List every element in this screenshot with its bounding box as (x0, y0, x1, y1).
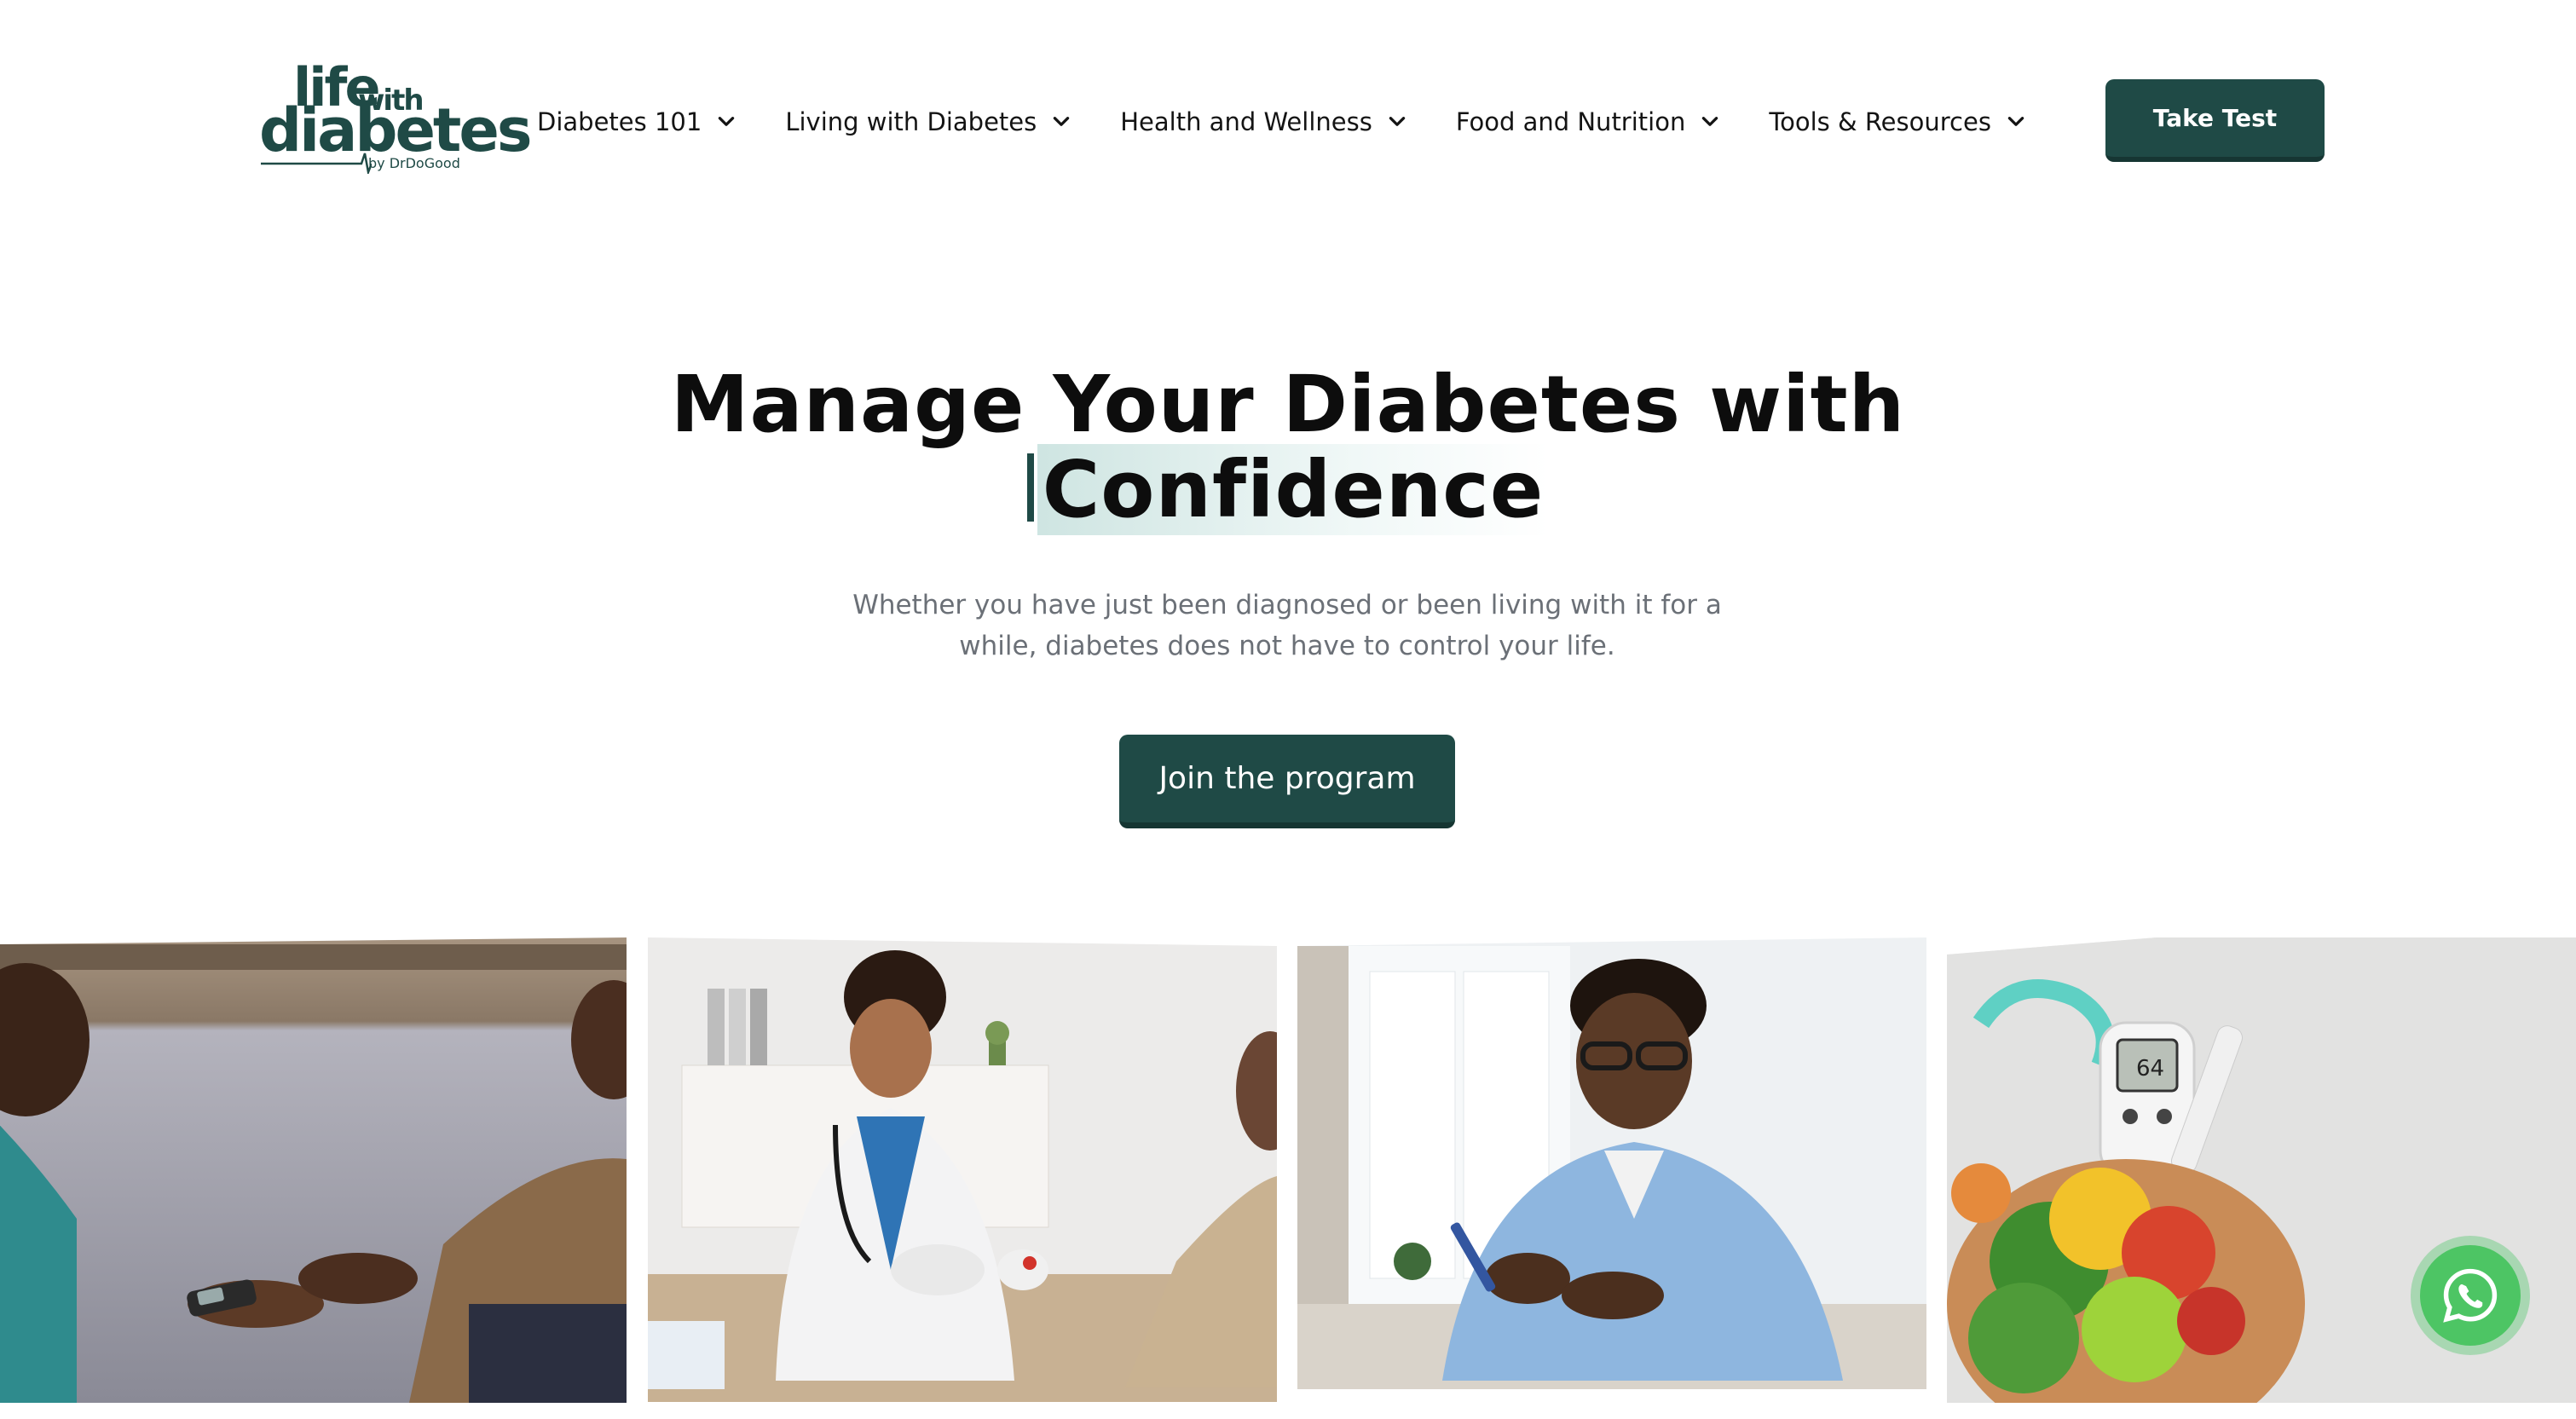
nav-item-health-and-wellness[interactable]: Health and Wellness (1120, 107, 1408, 136)
nav-item-label: Tools & Resources (1769, 107, 1991, 136)
hero-title-highlight: Confidence (1037, 444, 1550, 535)
nav-item-label: Living with Diabetes (785, 107, 1037, 136)
chevron-down-icon (2007, 117, 2024, 126)
doctor-with-patient-photo (648, 937, 1277, 1403)
logo[interactable]: life with diabetes by DrDoGood (256, 60, 533, 179)
nav-item-label: Diabetes 101 (537, 107, 702, 136)
nav-item-label: Health and Wellness (1120, 107, 1372, 136)
svg-text:64: 64 (2136, 1056, 2164, 1082)
nav-item-living-with-diabetes[interactable]: Living with Diabetes (785, 107, 1072, 136)
hero-title-line1: Manage Your Diabetes with (670, 359, 1906, 450)
logo-byline: by DrDoGood (368, 155, 460, 171)
chevron-down-icon (1054, 117, 1070, 126)
man-testing-blood-sugar-photo (1297, 937, 1926, 1403)
site-header: life with diabetes by DrDoGood Diabetes … (0, 0, 2576, 222)
text-cursor (1026, 453, 1034, 522)
heartbeat-line-icon (261, 153, 372, 174)
join-program-button[interactable]: Join the program (1119, 735, 1455, 828)
nav-item-label: Food and Nutrition (1455, 107, 1686, 136)
nav-item-diabetes-101[interactable]: Diabetes 101 (537, 107, 737, 136)
whatsapp-button-inner (2420, 1245, 2521, 1346)
nav-item-food-and-nutrition[interactable]: Food and Nutrition (1456, 107, 1722, 136)
main-nav: Diabetes 101 Living with Diabetes Health… (537, 101, 2075, 143)
chevron-down-icon (719, 117, 735, 126)
hero-title-line2-wrap: Confidence (1026, 444, 1550, 535)
nav-item-tools-and-resources[interactable]: Tools & Resources (1769, 107, 2027, 136)
chevron-down-icon (1389, 117, 1406, 126)
whatsapp-chat-button[interactable] (2411, 1236, 2530, 1355)
hero-title: Manage Your Diabetes with Confidence (0, 359, 2576, 535)
whatsapp-icon (2443, 1268, 2498, 1323)
take-test-button[interactable]: Take Test (2105, 79, 2325, 162)
nurse-checking-glucose-photo (0, 937, 627, 1403)
hero-subtitle: Whether you have just been diagnosed or … (852, 590, 1722, 661)
chevron-down-icon (1702, 117, 1718, 126)
